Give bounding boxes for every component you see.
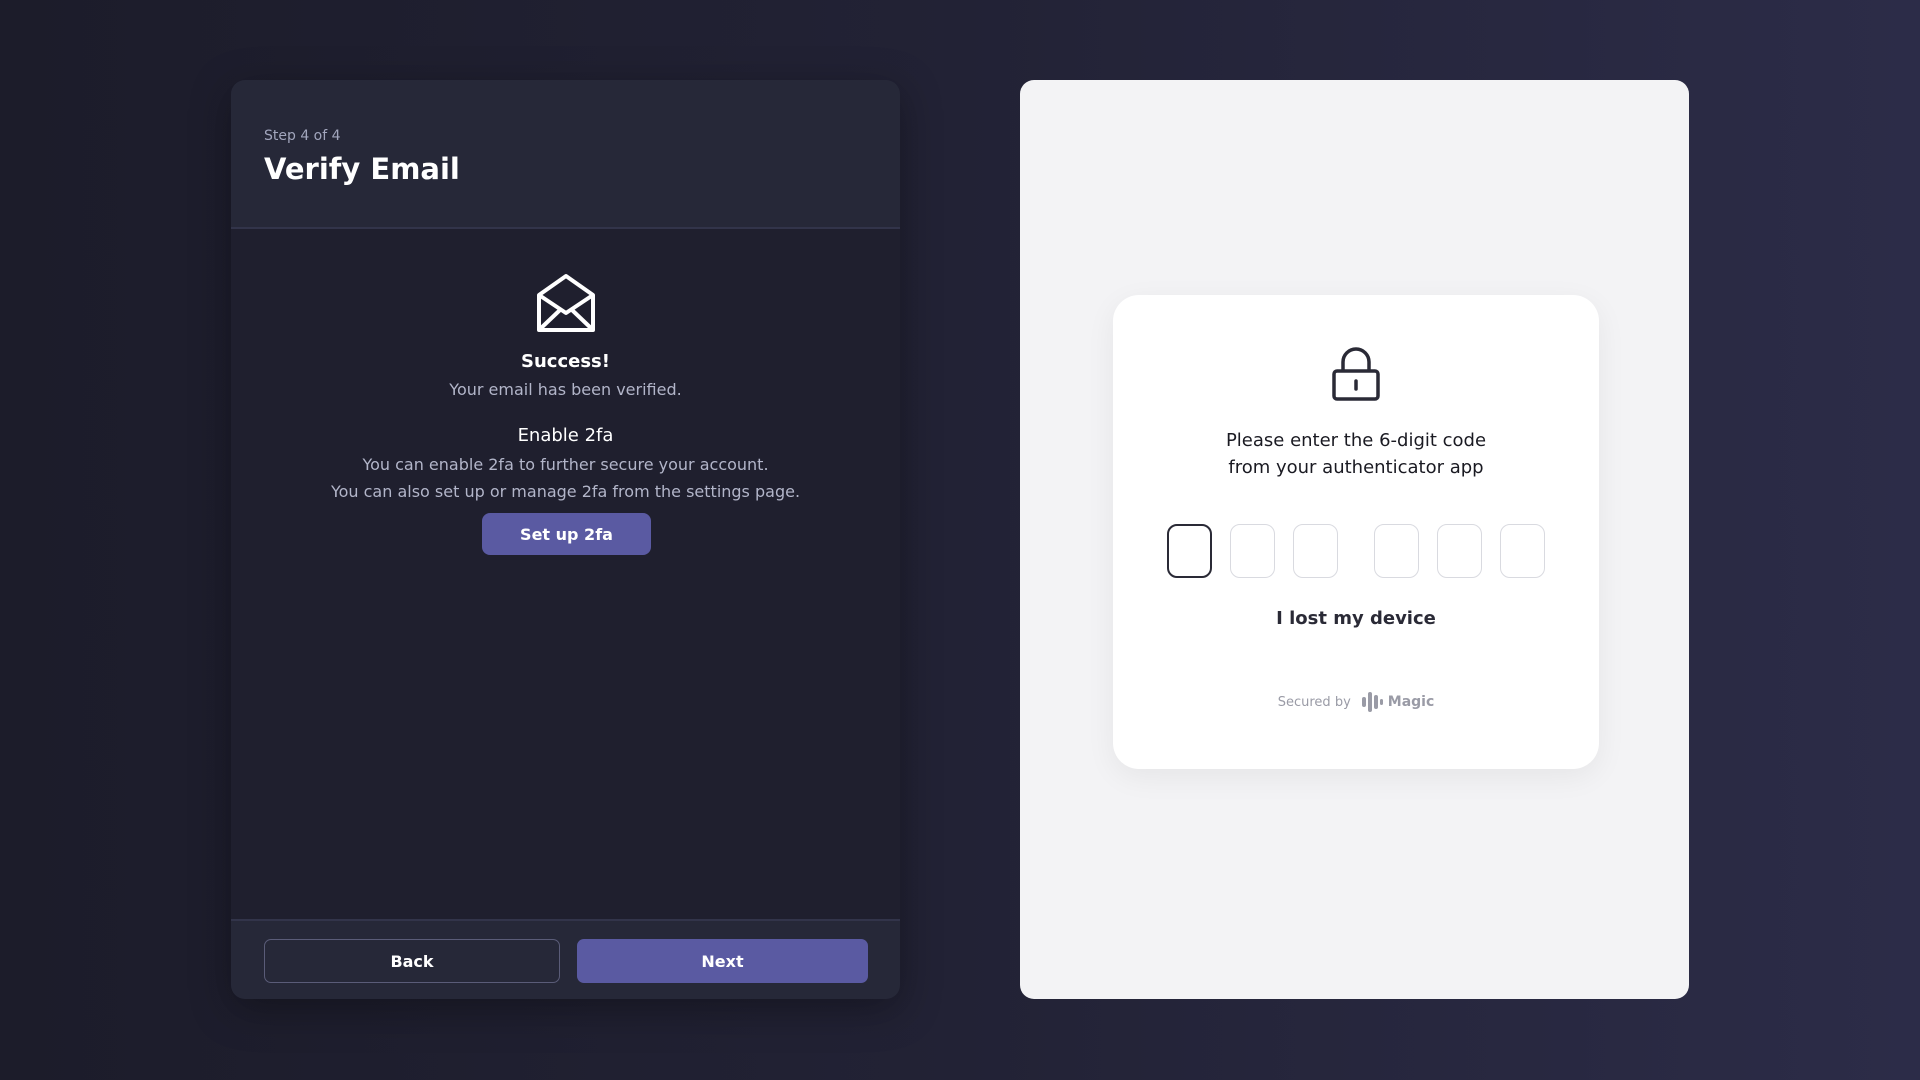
step-indicator: Step 4 of 4 xyxy=(264,128,341,144)
back-button[interactable]: Back xyxy=(264,939,560,983)
otp-digit-2[interactable] xyxy=(1230,524,1275,578)
panel-body: Success! Your email has been verified. E… xyxy=(231,229,900,919)
envelope-open-icon xyxy=(537,274,595,332)
magic-logo-icon xyxy=(1361,692,1383,712)
magic-brand-name: Magic xyxy=(1387,694,1435,710)
twofa-title: Enable 2fa xyxy=(517,425,614,446)
otp-digit-6[interactable] xyxy=(1500,524,1545,578)
otp-card: Please enter the 6-digit code from your … xyxy=(1113,295,1599,769)
otp-digit-3[interactable] xyxy=(1293,524,1338,578)
next-button[interactable]: Next xyxy=(577,939,868,983)
otp-prompt-line-2: from your authenticator app xyxy=(1228,457,1484,478)
auth-preview-panel: Please enter the 6-digit code from your … xyxy=(1020,80,1689,999)
magic-logo: Magic xyxy=(1361,690,1435,714)
panel-header: Step 4 of 4 Verify Email xyxy=(231,80,900,229)
lock-icon xyxy=(1332,347,1380,401)
twofa-description-2: You can also set up or manage 2fa from t… xyxy=(330,482,801,501)
otp-prompt: Please enter the 6-digit code from your … xyxy=(1113,427,1599,481)
otp-digit-1[interactable] xyxy=(1167,524,1212,578)
setup-2fa-button[interactable]: Set up 2fa xyxy=(482,513,651,555)
secured-by-label: Secured by xyxy=(1277,694,1351,710)
page-title: Verify Email xyxy=(264,152,460,186)
otp-input-group xyxy=(1167,524,1547,578)
otp-digit-5[interactable] xyxy=(1437,524,1482,578)
lost-device-link[interactable]: I lost my device xyxy=(1113,608,1599,629)
verify-email-panel: Step 4 of 4 Verify Email Success! Your e… xyxy=(231,80,900,999)
success-message: Your email has been verified. xyxy=(449,380,682,399)
otp-digit-4[interactable] xyxy=(1374,524,1419,578)
otp-prompt-line-1: Please enter the 6-digit code xyxy=(1225,430,1487,451)
success-title: Success! xyxy=(521,351,610,372)
twofa-description-1: You can enable 2fa to further secure you… xyxy=(362,455,769,474)
secured-by-badge: Secured by Magic xyxy=(1113,690,1599,714)
panel-footer: Back Next xyxy=(231,919,900,999)
